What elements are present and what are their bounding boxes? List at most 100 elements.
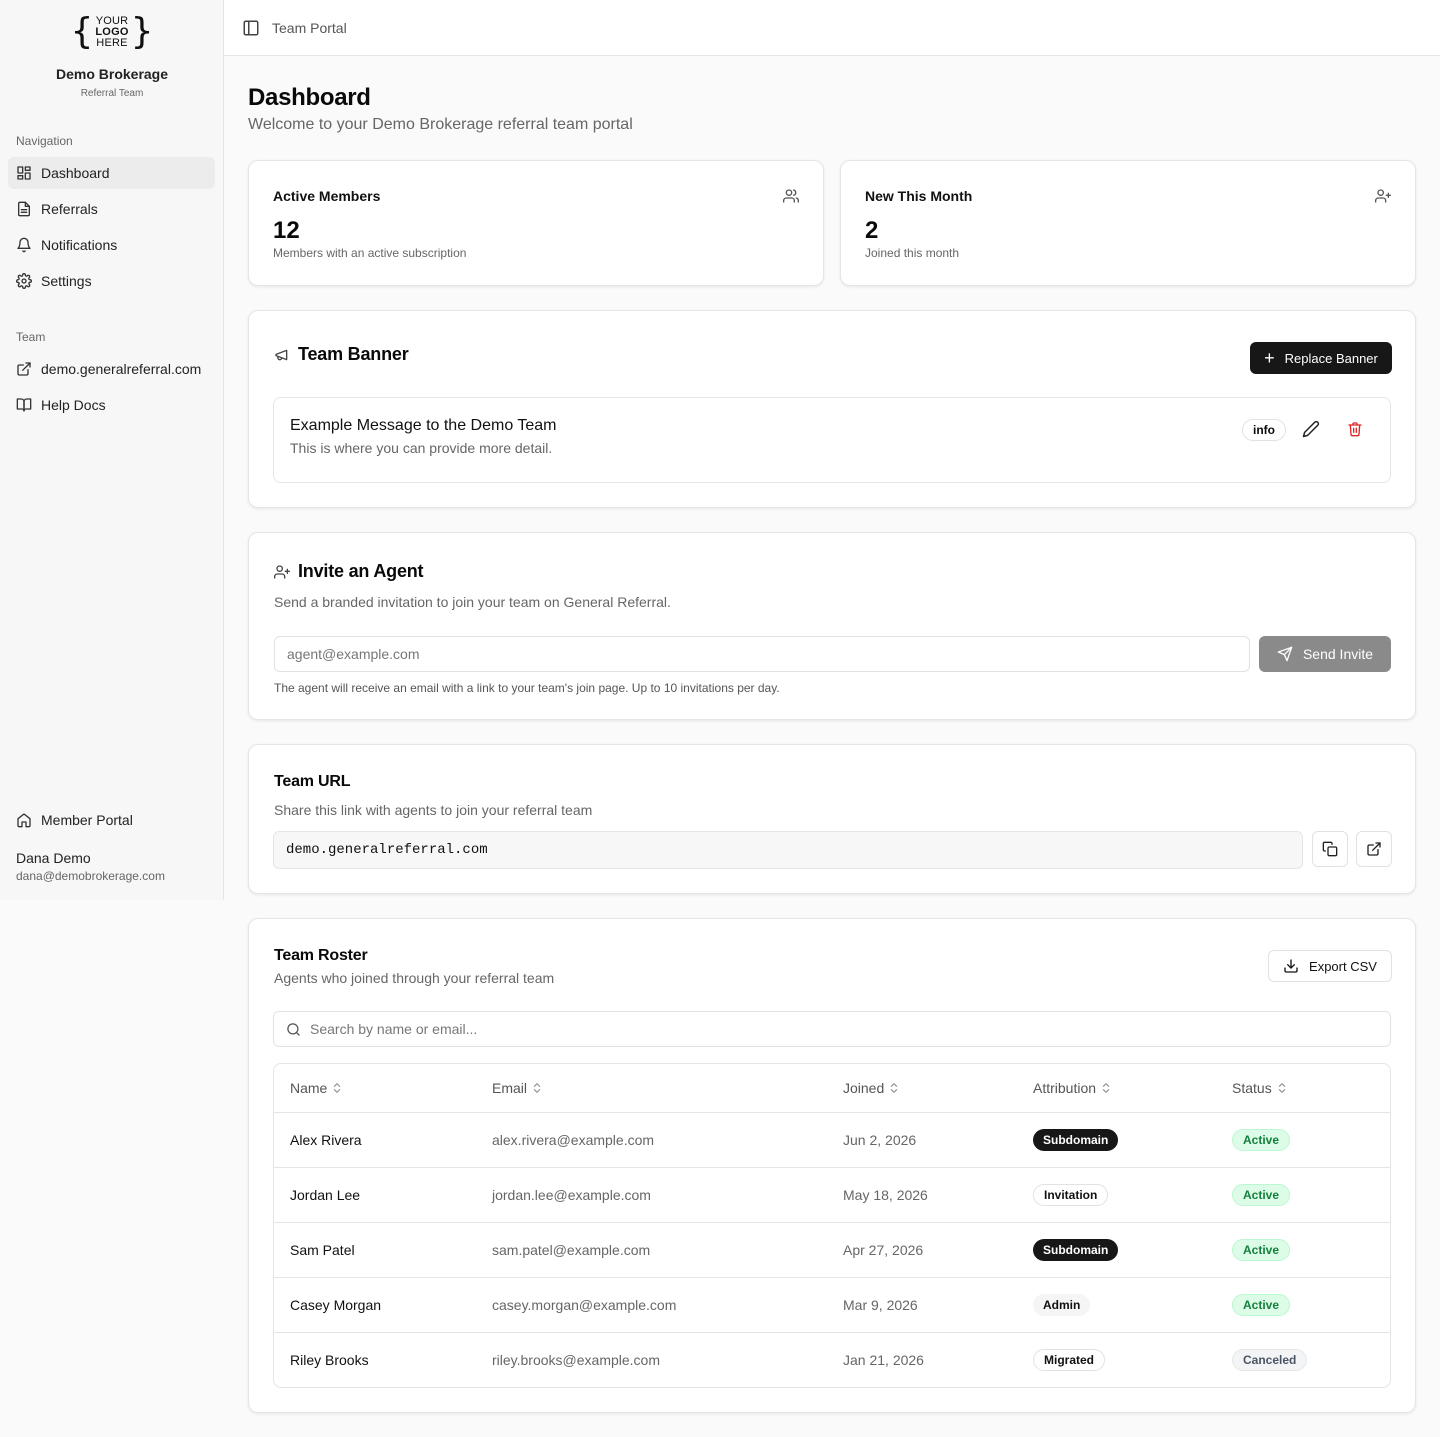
sidebar-toggle-icon[interactable] <box>242 19 260 37</box>
page-subtitle: Welcome to your Demo Brokerage referral … <box>248 116 633 133</box>
user-plus-icon <box>274 565 290 579</box>
home-icon <box>17 813 31 828</box>
status-badge: Active <box>1232 1239 1291 1261</box>
column-header-email[interactable]: Email <box>492 1080 542 1096</box>
card-subtitle: Agents who joined through your referral … <box>274 970 555 986</box>
column-header-name[interactable]: Name <box>290 1080 342 1096</box>
search-icon <box>287 1023 300 1036</box>
sidebar-item-settings[interactable]: Settings <box>8 265 215 297</box>
column-header-status[interactable]: Status <box>1232 1080 1287 1096</box>
roster-search[interactable] <box>273 1011 1391 1047</box>
sidebar-item-label: Notifications <box>41 237 118 253</box>
send-invite-button[interactable]: Send Invite <box>1259 636 1391 672</box>
attribution-badge: Admin <box>1033 1294 1091 1316</box>
download-icon <box>1284 959 1298 973</box>
invite-email-input[interactable] <box>274 636 1250 672</box>
user-name[interactable]: Dana Demo <box>16 850 91 866</box>
pencil-icon[interactable] <box>1302 420 1320 438</box>
team-section-label: Team <box>16 330 46 344</box>
table-header: Name Email Joined Attribution Status <box>274 1064 1390 1113</box>
cell-name: Casey Morgan <box>290 1297 382 1313</box>
sidebar-item-referrals[interactable]: Referrals <box>8 193 215 225</box>
open-url-button[interactable] <box>1356 831 1392 867</box>
brand-subtitle: Referral Team <box>80 88 144 99</box>
top-bar: Team Portal <box>224 0 1440 56</box>
attribution-badge: Subdomain <box>1033 1239 1119 1261</box>
cell-email: alex.rivera@example.com <box>492 1132 655 1148</box>
card-title: Team URL <box>274 773 351 790</box>
cell-joined: Apr 27, 2026 <box>843 1242 924 1258</box>
stat-label: Active Members <box>273 188 381 204</box>
plus-icon: + <box>1264 348 1275 368</box>
megaphone-icon <box>275 349 288 361</box>
file-text-icon <box>18 201 30 217</box>
book-icon <box>16 398 32 412</box>
sort-icon <box>891 1083 898 1093</box>
stat-card-new-this-month: New This Month 2 Joined this month <box>840 160 1416 286</box>
dashboard-icon <box>17 166 31 180</box>
sort-icon <box>533 1083 541 1093</box>
sort-icon <box>334 1083 341 1093</box>
team-url-card: Team URL Share this link with agents to … <box>248 744 1416 894</box>
team-roster-card: Team Roster Agents who joined through yo… <box>248 918 1416 1413</box>
users-icon <box>783 189 799 203</box>
sidebar-item-label: demo.generalreferral.com <box>41 361 202 377</box>
stat-value: 12 <box>273 217 300 244</box>
card-subtitle: Share this link with agents to join your… <box>274 802 593 818</box>
sidebar-item-dashboard[interactable]: Dashboard <box>8 157 215 189</box>
table-row[interactable]: Riley Brooks riley.brooks@example.com Ja… <box>274 1333 1390 1387</box>
attribution-badge: Subdomain <box>1033 1129 1119 1151</box>
card-title: Team Banner <box>298 344 409 364</box>
sidebar-item-label: Member Portal <box>41 812 133 828</box>
cell-name: Riley Brooks <box>290 1352 369 1368</box>
sidebar-item-label: Help Docs <box>41 397 106 413</box>
replace-banner-button[interactable]: + Replace Banner <box>1250 342 1392 374</box>
stat-card-active-members: Active Members 12 Members with an active… <box>248 160 824 286</box>
cell-name: Jordan Lee <box>290 1187 361 1203</box>
stat-value: 2 <box>865 217 879 244</box>
attribution-badge: Invitation <box>1033 1184 1109 1206</box>
bell-icon <box>17 237 31 253</box>
card-title: Invite an Agent <box>298 561 424 581</box>
team-url-field[interactable]: demo.generalreferral.com <box>273 831 1303 869</box>
table-row[interactable]: Sam Patel sam.patel@example.com Apr 27, … <box>274 1223 1390 1278</box>
sort-icon <box>1278 1083 1285 1093</box>
sort-icon <box>1102 1083 1110 1093</box>
sidebar-item-help-docs[interactable]: Help Docs <box>8 389 215 421</box>
brand-name: Demo Brokerage <box>55 66 169 82</box>
cell-name: Sam Patel <box>290 1242 355 1258</box>
stat-description: Members with an active subscription <box>273 246 467 260</box>
brand-logo: { YOUR LOGO HERE } <box>70 11 154 52</box>
column-header-joined[interactable]: Joined <box>843 1080 899 1096</box>
gear-icon <box>16 273 32 289</box>
table-row[interactable]: Casey Morgan casey.morgan@example.com Ma… <box>274 1278 1390 1333</box>
cell-email: jordan.lee@example.com <box>492 1187 651 1203</box>
trash-icon[interactable] <box>1347 421 1363 437</box>
user-email: dana@demobrokerage.com <box>16 869 165 883</box>
banner-preview: Example Message to the Demo Team This is… <box>273 397 1391 483</box>
table-row[interactable]: Jordan Lee jordan.lee@example.com May 18… <box>274 1168 1390 1223</box>
status-badge: Active <box>1232 1294 1291 1316</box>
card-title: Team Roster <box>274 947 368 964</box>
banner-message-title: Example Message to the Demo Team <box>290 417 557 434</box>
sidebar-item-notifications[interactable]: Notifications <box>8 229 215 261</box>
status-badge: Active <box>1232 1129 1291 1151</box>
cell-joined: Jun 2, 2026 <box>843 1132 917 1148</box>
breadcrumb: Team Portal <box>272 20 347 36</box>
sidebar-item-team-site[interactable]: demo.generalreferral.com <box>8 353 215 385</box>
status-badge: Active <box>1232 1184 1291 1206</box>
column-header-attribution[interactable]: Attribution <box>1033 1080 1111 1096</box>
cell-email: riley.brooks@example.com <box>492 1352 661 1368</box>
cell-email: casey.morgan@example.com <box>492 1297 677 1313</box>
copy-url-button[interactable] <box>1312 831 1348 867</box>
cell-joined: May 18, 2026 <box>843 1187 928 1203</box>
invite-hint: The agent will receive an email with a l… <box>274 681 780 695</box>
sidebar-item-member-portal[interactable]: Member Portal <box>8 804 215 836</box>
table-row[interactable]: Alex Rivera alex.rivera@example.com Jun … <box>274 1113 1390 1168</box>
export-csv-button[interactable]: Export CSV <box>1268 950 1392 982</box>
stat-label: New This Month <box>865 188 973 204</box>
external-link-icon <box>17 362 31 376</box>
search-input[interactable] <box>310 1012 1380 1046</box>
roster-table: Name Email Joined Attribution Status Ale… <box>273 1063 1391 1388</box>
copy-icon <box>1322 841 1338 857</box>
